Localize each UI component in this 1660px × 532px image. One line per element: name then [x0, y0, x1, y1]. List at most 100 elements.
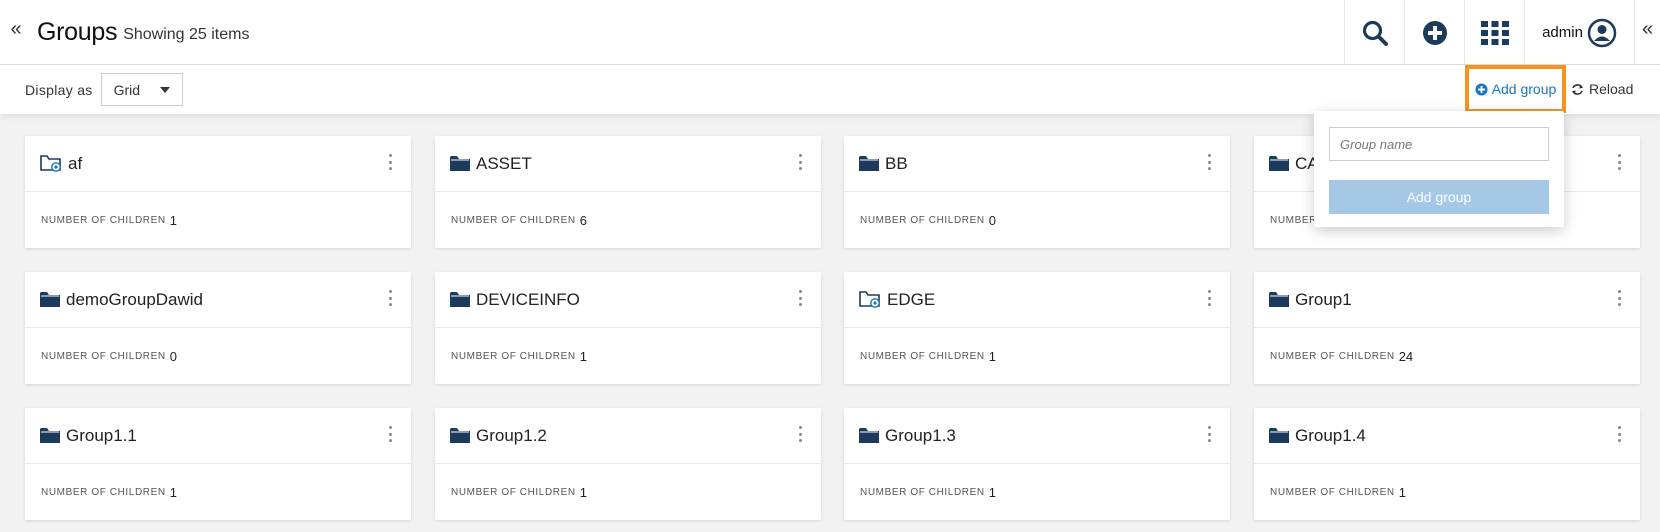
group-card-body: NUMBER OF CHILDREN 0: [25, 328, 411, 384]
kebab-menu-icon[interactable]: [1204, 290, 1214, 306]
kebab-menu-icon[interactable]: [385, 154, 395, 170]
smart-folder-icon: [859, 290, 881, 309]
kebab-menu-icon[interactable]: [1614, 154, 1624, 170]
app-switcher-button[interactable]: [1464, 0, 1524, 65]
caret-down-icon: [159, 86, 170, 93]
submit-add-group-button[interactable]: Add group: [1329, 180, 1549, 214]
group-card-body: NUMBER OF CHILDREN 0: [844, 192, 1230, 248]
group-name-input[interactable]: [1329, 127, 1549, 161]
group-card[interactable]: Group1.4 NUMBER OF CHILDREN 1: [1254, 408, 1640, 520]
group-name[interactable]: EDGE: [887, 290, 935, 310]
kebab-menu-icon[interactable]: [795, 426, 805, 442]
plus-circle-icon: [1422, 20, 1447, 45]
group-card-header: Group1.2: [435, 408, 821, 464]
reload-button[interactable]: Reload: [1571, 65, 1633, 113]
kebab-menu-icon[interactable]: [795, 290, 805, 306]
children-count-value: 0: [988, 212, 996, 228]
group-card[interactable]: BB NUMBER OF CHILDREN 0: [844, 136, 1230, 248]
group-card-body: NUMBER OF CHILDREN 1: [844, 464, 1230, 520]
folder-icon: [859, 155, 879, 172]
kebab-menu-icon[interactable]: [1204, 154, 1214, 170]
group-card[interactable]: ASSET NUMBER OF CHILDREN 6: [435, 136, 821, 248]
folder-icon: [450, 291, 470, 308]
page-title: Groups: [37, 17, 118, 46]
display-mode-select[interactable]: Grid: [100, 73, 183, 106]
add-group-label: Add group: [1491, 81, 1557, 97]
group-card[interactable]: Group1.1 NUMBER OF CHILDREN 1: [25, 408, 411, 520]
group-card-header: Group1.1: [25, 408, 411, 464]
collapse-left-button[interactable]: «: [0, 0, 32, 65]
children-count-label: NUMBER OF CHILDREN: [451, 350, 576, 362]
folder-icon: [40, 427, 60, 444]
group-card[interactable]: Group1.2 NUMBER OF CHILDREN 1: [435, 408, 821, 520]
group-card-body: NUMBER OF CHILDREN 1: [844, 328, 1230, 384]
group-card-header: DEVICEINFO: [435, 272, 821, 328]
children-count-label: NUMBER OF CHILDREN: [860, 486, 985, 498]
children-count-label: NUMBER OF CHILDREN: [451, 486, 576, 498]
group-card[interactable]: demoGroupDawid NUMBER OF CHILDREN 0: [25, 272, 411, 384]
add-button[interactable]: [1404, 0, 1464, 65]
group-name[interactable]: BB: [885, 154, 908, 174]
group-card[interactable]: DEVICEINFO NUMBER OF CHILDREN 1: [435, 272, 821, 384]
children-count-label: NUMBER OF CHILDREN: [1270, 486, 1395, 498]
apps-grid-icon: [1480, 20, 1509, 45]
group-card-body: NUMBER OF CHILDREN 1: [1254, 464, 1640, 520]
top-header: « Groups Showing 25 items admin «: [0, 0, 1660, 65]
group-card-header: Group1.4: [1254, 408, 1640, 464]
group-name[interactable]: Group1: [1295, 290, 1352, 310]
reload-label: Reload: [1589, 81, 1634, 97]
group-card-header: ASSET: [435, 136, 821, 192]
folder-icon: [450, 427, 470, 444]
group-name[interactable]: Group1.3: [885, 426, 956, 446]
user-avatar-icon: [1587, 18, 1617, 47]
group-card-body: NUMBER OF CHILDREN 24: [1254, 328, 1640, 384]
group-card-header: Group1: [1254, 272, 1640, 328]
group-name[interactable]: demoGroupDawid: [66, 290, 203, 310]
group-card[interactable]: af NUMBER OF CHILDREN 1: [25, 136, 411, 248]
user-menu-button[interactable]: admin: [1524, 0, 1634, 65]
children-count-label: NUMBER OF CHILDREN: [1270, 350, 1395, 362]
group-card-body: NUMBER OF CHILDREN 1: [25, 192, 411, 248]
search-button[interactable]: [1344, 0, 1404, 65]
group-card-header: Group1.3: [844, 408, 1230, 464]
item-count: Showing 25 items: [123, 26, 250, 43]
children-count-value: 24: [1398, 348, 1414, 364]
children-count-value: 1: [988, 484, 996, 500]
children-count-value: 0: [169, 348, 177, 364]
folder-icon: [1269, 427, 1289, 444]
kebab-menu-icon[interactable]: [1204, 426, 1214, 442]
search-icon: [1362, 20, 1388, 46]
children-count-value: 1: [988, 348, 996, 364]
children-count-label: NUMBER OF CHILDREN: [860, 214, 985, 226]
group-name[interactable]: ASSET: [476, 154, 532, 174]
group-name[interactable]: Group1.2: [476, 426, 547, 446]
children-count-value: 1: [579, 484, 587, 500]
kebab-menu-icon[interactable]: [1614, 426, 1624, 442]
group-card[interactable]: Group1.3 NUMBER OF CHILDREN 1: [844, 408, 1230, 520]
collapse-right-button[interactable]: «: [1634, 0, 1660, 65]
add-group-button[interactable]: Add group: [1465, 65, 1566, 113]
group-card[interactable]: EDGE NUMBER OF CHILDREN 1: [844, 272, 1230, 384]
folder-icon: [859, 427, 879, 444]
kebab-menu-icon[interactable]: [795, 154, 805, 170]
add-group-popover: Add group: [1314, 111, 1564, 227]
refresh-icon: [1572, 83, 1583, 95]
group-name[interactable]: af: [68, 154, 82, 174]
group-card-header: demoGroupDawid: [25, 272, 411, 328]
children-count-value: 1: [1398, 484, 1406, 500]
kebab-menu-icon[interactable]: [385, 290, 395, 306]
children-count-label: NUMBER OF CHILDREN: [41, 214, 166, 226]
kebab-menu-icon[interactable]: [385, 426, 395, 442]
folder-icon: [40, 291, 60, 308]
folder-icon: [1269, 155, 1289, 172]
group-name[interactable]: Group1.4: [1295, 426, 1366, 446]
folder-icon: [1269, 291, 1289, 308]
group-card[interactable]: Group1 NUMBER OF CHILDREN 24: [1254, 272, 1640, 384]
kebab-menu-icon[interactable]: [1614, 290, 1624, 306]
group-name[interactable]: DEVICEINFO: [476, 290, 580, 310]
group-card-body: NUMBER OF CHILDREN 1: [435, 464, 821, 520]
children-count-label: NUMBER OF CHILDREN: [860, 350, 985, 362]
children-count-label: NUMBER OF CHILDREN: [41, 486, 166, 498]
folder-icon: [450, 155, 470, 172]
group-name[interactable]: Group1.1: [66, 426, 137, 446]
